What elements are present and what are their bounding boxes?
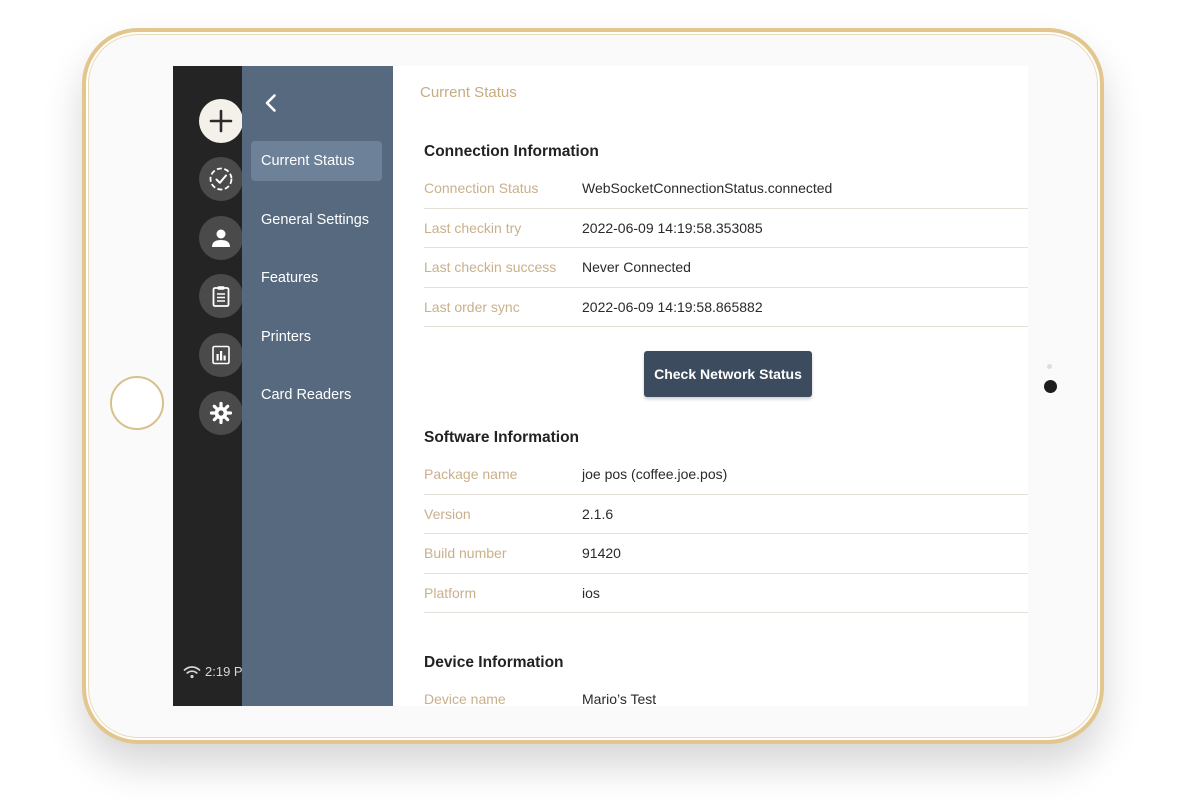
nav-item-label: General Settings [261,212,370,228]
front-camera [1044,380,1057,393]
info-value: WebSocketConnectionStatus.connected [582,180,833,197]
info-label: Package name [424,466,518,483]
clipboard-icon [212,286,230,307]
plus-icon [209,109,233,133]
bar-chart-icon [212,345,230,365]
main-content: Current Status Connection Information Co… [393,66,1028,706]
info-row-last-checkin-try: Last checkin try 2022-06-09 14:19:58.353… [424,209,1028,248]
info-value: Mario’s Test [582,691,657,706]
info-row-package-name: Package name joe pos (coffee.joe.pos) [424,455,1028,495]
device-section-title: Device Information [424,654,564,671]
check-network-status-button[interactable]: Check Network Status [644,351,812,397]
nav-item-features[interactable]: Features [251,258,382,298]
status-bar: 2:19 P [183,664,243,679]
nav-item-card-readers[interactable]: Card Readers [251,375,382,415]
info-value: Never Connected [582,259,691,276]
info-label: Version [424,505,471,522]
nav-item-label: Printers [261,329,311,345]
info-label: Device name [424,691,506,706]
status-time: 2:19 P [205,664,243,679]
info-row-last-checkin-success: Last checkin success Never Connected [424,248,1028,288]
info-row-connection-status: Connection Status WebSocketConnectionSta… [424,169,1028,209]
rail-reports-button[interactable] [199,274,243,318]
rail-settings-button[interactable] [199,391,243,435]
page-title: Current Status [420,84,517,101]
info-value: 2022-06-09 14:19:58.865882 [582,298,763,315]
info-row-platform: Platform ios [424,574,1028,613]
info-label: Build number [424,545,507,562]
software-section-title: Software Information [424,429,580,446]
front-sensor [1047,364,1052,369]
nav-item-label: Features [261,270,319,286]
info-label: Last order sync [424,298,520,315]
nav-item-printers[interactable]: Printers [251,317,382,357]
person-icon [212,229,230,247]
info-row-device-name: Device name Mario’s Test [424,680,1028,706]
info-label: Last checkin success [424,259,557,276]
nav-item-general-settings[interactable]: General Settings [251,200,382,240]
rail-analytics-button[interactable] [199,333,243,377]
info-row-version: Version 2.1.6 [424,495,1028,534]
home-button[interactable] [110,376,164,430]
nav-item-label: Card Readers [261,387,352,403]
icon-rail: 2:19 P [173,66,243,706]
info-value: 91420 [582,545,621,562]
info-value: 2022-06-09 14:19:58.353085 [582,219,763,236]
info-value: 2.1.6 [582,505,614,522]
gear-icon [209,401,233,425]
nav-item-current-status[interactable]: Current Status [251,141,382,181]
rail-customers-button[interactable] [199,216,243,260]
chevron-left-icon [265,94,276,112]
info-label: Last checkin try [424,219,522,236]
connection-section-title: Connection Information [424,143,599,160]
settings-nav-panel: Current Status General Settings Features… [242,66,393,706]
info-value: joe pos (coffee.joe.pos) [582,466,728,483]
rail-orders-button[interactable] [199,157,243,201]
app-screen: 2:19 P Current Status General Settings F… [173,66,1028,706]
info-row-build-number: Build number 91420 [424,534,1028,574]
check-circle-icon [209,167,233,191]
rail-add-button[interactable] [199,99,243,143]
nav-item-label: Current Status [261,153,355,169]
back-button[interactable] [258,90,284,116]
info-label: Platform [424,584,477,601]
wifi-icon [183,665,201,678]
info-value: ios [582,584,600,601]
info-label: Connection Status [424,180,539,197]
info-row-last-order-sync: Last order sync 2022-06-09 14:19:58.8658… [424,288,1028,327]
